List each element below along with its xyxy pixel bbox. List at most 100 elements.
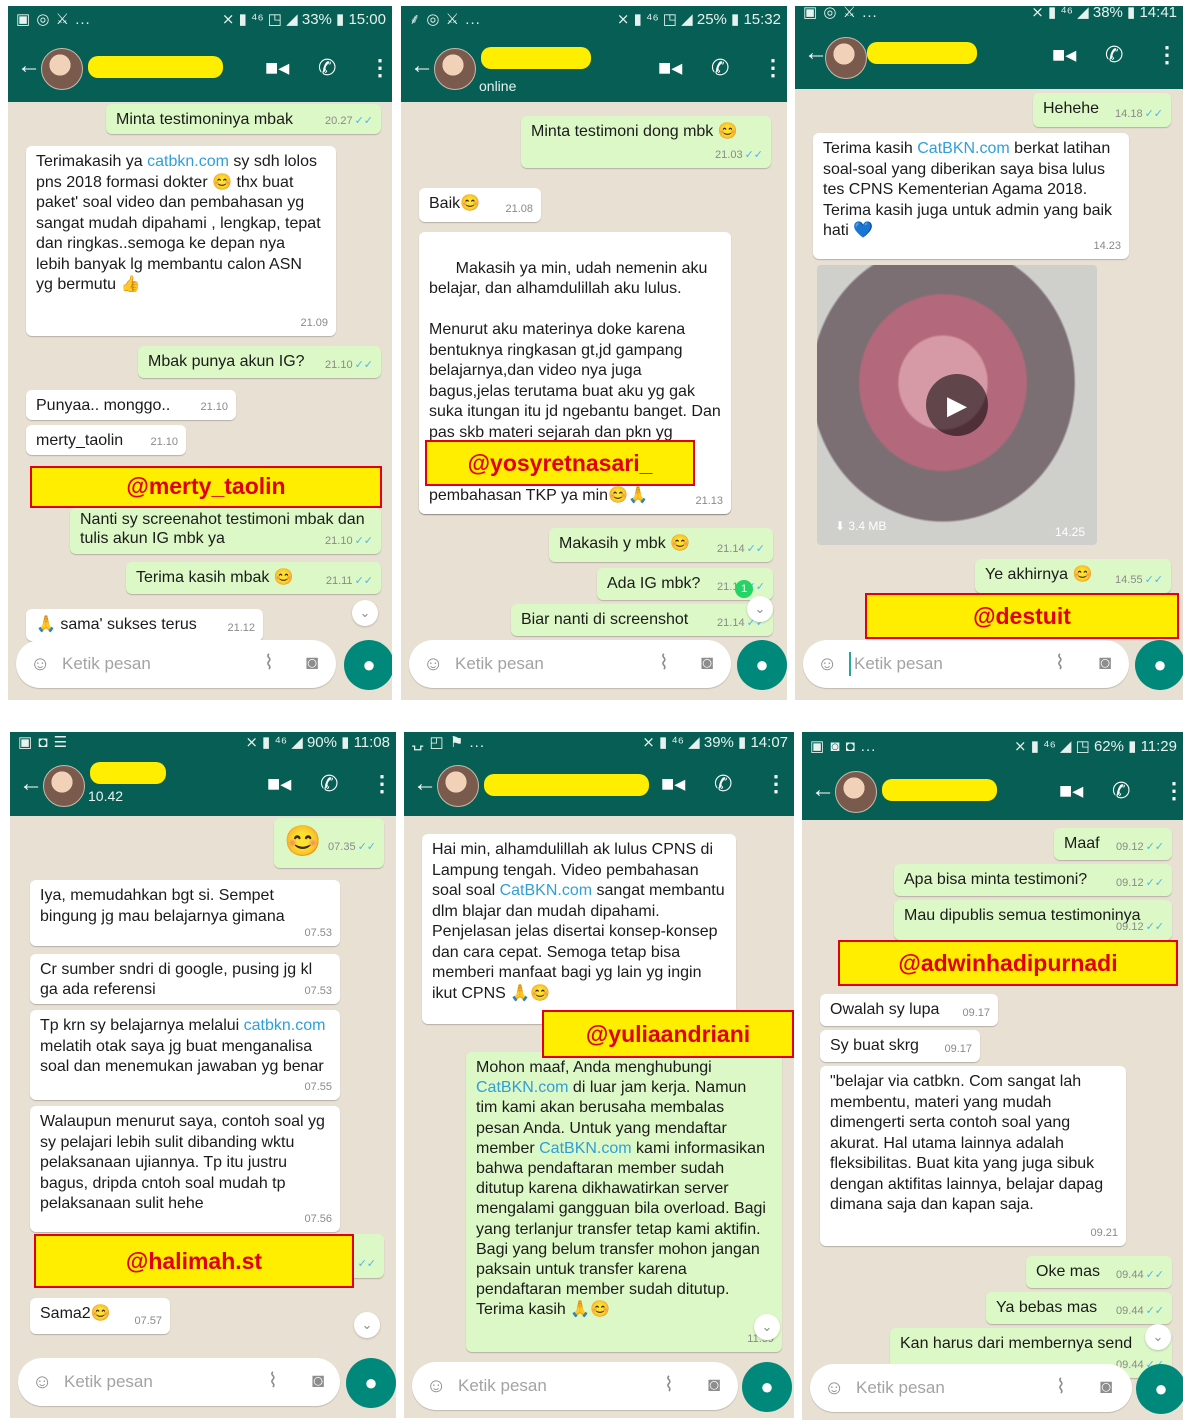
contact-name-redacted[interactable] (88, 56, 223, 78)
avatar[interactable] (437, 765, 479, 807)
video-call-icon[interactable]: ■◂ (267, 772, 291, 796)
link[interactable]: CatBKN.com (917, 140, 1009, 157)
more-vert-icon[interactable]: ⋮ (1156, 43, 1178, 67)
emoji-icon[interactable]: ☺ (426, 1374, 446, 1398)
message-bubble[interactable]: 🙏 sama' sukses terus 21.12 (26, 609, 263, 641)
video-call-icon[interactable]: ■◂ (658, 56, 682, 80)
camera-icon[interactable]: ◙ (1100, 1375, 1112, 1399)
chevron-down-icon[interactable]: ⌄ (354, 1312, 380, 1338)
video-call-icon[interactable]: ■◂ (661, 772, 685, 796)
mic-icon[interactable]: ● (742, 1362, 792, 1412)
avatar[interactable] (825, 37, 867, 79)
message-bubble[interactable]: Sama2😊 07.57 (30, 1298, 170, 1334)
more-vert-icon[interactable]: ⋮ (369, 56, 391, 80)
contact-name-redacted[interactable] (481, 47, 591, 69)
paperclip-icon[interactable]: ⌇ (1056, 1375, 1066, 1399)
message-bubble[interactable]: 😊 07.35 ✓✓ (274, 818, 384, 868)
camera-icon[interactable]: ◙ (1099, 651, 1111, 675)
message-bubble[interactable]: Apa bisa minta testimoni? 09.12 ✓✓ (894, 864, 1172, 896)
more-vert-icon[interactable]: ⋮ (1163, 779, 1183, 803)
unread-count-badge[interactable]: 1 (735, 580, 753, 598)
contact-name-redacted[interactable] (882, 779, 997, 801)
back-arrow-icon[interactable]: ← (17, 51, 41, 81)
link[interactable]: CatBKN.com (500, 882, 592, 899)
message-bubble[interactable]: Walaupun menurut saya, contoh soal yg sy… (30, 1106, 340, 1232)
message-bubble[interactable]: Mbak punya akun IG? 21.10 ✓✓ (138, 346, 381, 378)
emoji-icon[interactable]: ☺ (817, 652, 837, 676)
chevron-down-icon[interactable]: ⌄ (1145, 1324, 1171, 1350)
camera-icon[interactable]: ◙ (701, 651, 713, 675)
camera-icon[interactable]: ◙ (312, 1369, 324, 1393)
phone-icon[interactable]: ✆ (714, 772, 732, 796)
mic-icon[interactable]: ● (346, 1358, 396, 1408)
paperclip-icon[interactable]: ⌇ (664, 1373, 674, 1397)
video-call-icon[interactable]: ■◂ (1052, 43, 1076, 67)
video-call-icon[interactable]: ■◂ (265, 56, 289, 80)
message-bubble[interactable]: Nanti sy screenahot testimoni mbak dan t… (70, 508, 381, 554)
avatar[interactable] (434, 48, 476, 90)
phone-icon[interactable]: ✆ (711, 56, 729, 80)
contact-name-redacted[interactable] (90, 762, 166, 784)
chevron-down-icon[interactable]: ⌄ (747, 596, 773, 622)
mic-icon[interactable]: ● (1135, 640, 1183, 690)
message-bubble[interactable]: Baik😊 21.08 (419, 188, 541, 222)
message-bubble[interactable]: Iya, memudahkan bgt si. Sempet bingung j… (30, 880, 340, 946)
message-bubble[interactable]: Sy buat skrg 09.17 (820, 1030, 980, 1062)
mic-icon[interactable]: ● (737, 640, 787, 690)
message-bubble[interactable]: "belajar via catbkn. Com sangat lah memb… (820, 1066, 1126, 1246)
message-bubble[interactable]: Punyaa.. monggo.. 21.10 (26, 390, 236, 420)
link[interactable]: catbkn.com (147, 153, 229, 170)
message-bubble[interactable]: Maaf 09.12 ✓✓ (1054, 828, 1172, 860)
back-arrow-icon[interactable]: ← (811, 775, 835, 805)
message-bubble[interactable]: Cr sumber sndri di google, pusing jg kl … (30, 954, 340, 1004)
chevron-down-icon[interactable]: ⌄ (754, 1314, 780, 1340)
phone-icon[interactable]: ✆ (320, 772, 338, 796)
video-call-icon[interactable]: ■◂ (1059, 779, 1083, 803)
phone-icon[interactable]: ✆ (318, 56, 336, 80)
emoji-icon[interactable]: ☺ (423, 652, 443, 676)
phone-icon[interactable]: ✆ (1105, 43, 1123, 67)
message-bubble[interactable]: Makasih y mbk 😊 21.14 ✓✓ (549, 528, 773, 562)
camera-icon[interactable]: ◙ (708, 1373, 720, 1397)
more-vert-icon[interactable]: ⋮ (762, 56, 784, 80)
contact-name-redacted[interactable] (867, 42, 977, 64)
message-input[interactable]: ☺ Ketik pesan ⌇ ◙ (412, 1362, 738, 1410)
avatar[interactable] (43, 765, 85, 807)
message-bubble[interactable]: Biar nanti di screenshot 21.14 ✓✓ (511, 604, 773, 636)
message-bubble[interactable]: Minta testimoninya mbak 20.27 ✓✓ (106, 104, 381, 134)
mic-icon[interactable]: ● (1136, 1364, 1183, 1414)
message-bubble[interactable]: Owalah sy lupa 09.17 (820, 994, 998, 1026)
message-input[interactable]: ☺ Ketik pesan ⌇ ◙ (810, 1364, 1132, 1412)
mic-icon[interactable]: ● (344, 640, 392, 690)
message-bubble[interactable]: Ye akhirnya 😊 14.55 ✓✓ (975, 559, 1171, 593)
contact-name-redacted[interactable] (484, 774, 649, 796)
message-bubble[interactable]: merty_taolin 21.10 (26, 425, 186, 455)
play-icon[interactable]: ▶ (926, 374, 988, 436)
link[interactable]: CatBKN.com (539, 1140, 631, 1157)
more-vert-icon[interactable]: ⋮ (765, 772, 787, 796)
emoji-icon[interactable]: ☺ (824, 1376, 844, 1400)
back-arrow-icon[interactable]: ← (19, 769, 43, 799)
message-input[interactable]: ☺ Ketik pesan ⌇ ◙ (16, 640, 336, 688)
message-bubble[interactable]: Tp krn sy belajarnya melalui catbkn.com … (30, 1010, 340, 1100)
message-bubble[interactable]: Ya bebas mas 09.44 ✓✓ (986, 1292, 1172, 1324)
paperclip-icon[interactable]: ⌇ (268, 1369, 278, 1393)
more-vert-icon[interactable]: ⋮ (371, 772, 393, 796)
paperclip-icon[interactable]: ⌇ (1055, 651, 1065, 675)
message-bubble[interactable]: Minta testimoni dong mbk 😊 21.03 ✓✓ (521, 116, 771, 168)
link[interactable]: CatBKN.com (476, 1079, 568, 1096)
back-arrow-icon[interactable]: ← (410, 51, 434, 81)
message-bubble[interactable]: Mau dipublis semua testimoninya 09.12 ✓✓ (894, 900, 1172, 940)
message-bubble[interactable]: Terimakasih ya catbkn.com sy sdh lolos p… (26, 146, 336, 336)
link[interactable]: catbkn.com (244, 1017, 326, 1034)
message-input[interactable]: ☺ Ketik pesan ⌇ ◙ (18, 1358, 340, 1406)
paperclip-icon[interactable]: ⌇ (659, 651, 669, 675)
avatar[interactable] (41, 48, 83, 90)
video-thumbnail[interactable]: ▶ ⬇ 3.4 MB 14.25 (817, 265, 1097, 545)
emoji-icon[interactable]: ☺ (30, 652, 50, 676)
paperclip-icon[interactable]: ⌇ (264, 651, 274, 675)
message-bubble[interactable]: Hai min, alhamdulillah ak lulus CPNS di … (422, 834, 736, 1024)
message-bubble[interactable]: Mohon maaf, Anda menghubungi CatBKN.com … (466, 1052, 782, 1352)
message-bubble[interactable]: Terima kasih CatBKN.com berkat latihan s… (813, 133, 1129, 259)
message-input[interactable]: ☺ Ketik pesan ⌇ ◙ (803, 640, 1129, 688)
